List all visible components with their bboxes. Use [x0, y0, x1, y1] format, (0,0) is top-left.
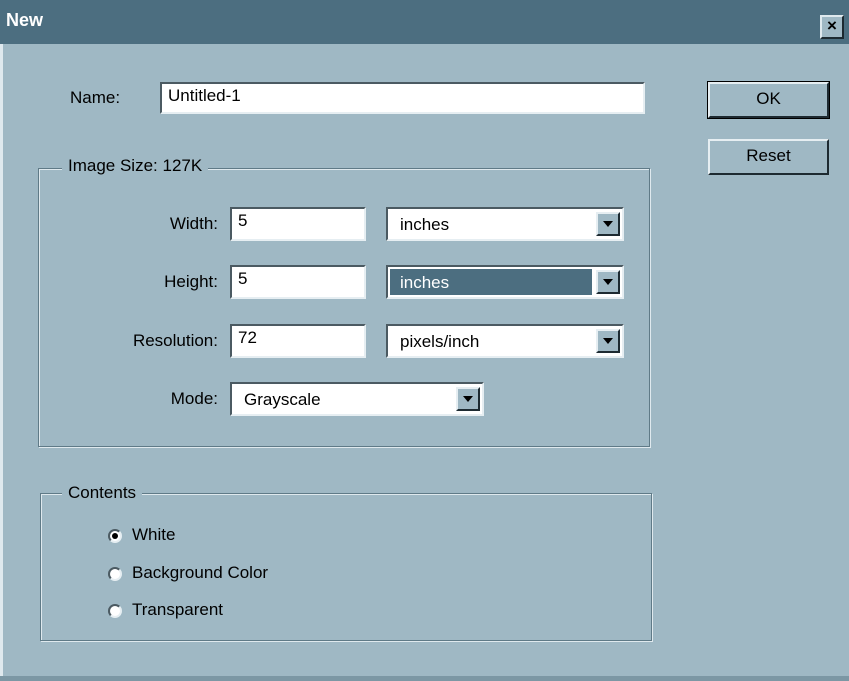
ok-button[interactable]: OK	[707, 81, 830, 119]
mode-label: Mode:	[170, 389, 218, 408]
radio-icon[interactable]	[108, 528, 122, 543]
close-icon: ×	[827, 16, 837, 35]
radio-icon[interactable]	[108, 566, 122, 581]
title-bar[interactable]: New ×	[0, 0, 849, 44]
window-title: New	[6, 10, 44, 30]
name-label: Name:	[70, 88, 121, 107]
chevron-down-icon[interactable]	[596, 212, 620, 236]
contents-legend: Contents	[62, 483, 143, 503]
ok-button-label: OK	[756, 89, 781, 108]
image-size-legend: Image Size: 127K	[62, 156, 209, 176]
width-label: Width:	[169, 214, 218, 233]
radio-white-label: White	[132, 525, 176, 544]
height-field[interactable]: 5	[230, 265, 366, 299]
name-field-value: Untitled-1	[168, 86, 241, 105]
reset-button[interactable]: Reset	[708, 139, 829, 175]
resolution-unit-value: pixels/inch	[400, 332, 480, 351]
height-unit-select[interactable]: inches	[386, 265, 624, 299]
height-field-value: 5	[238, 269, 248, 288]
width-unit-select[interactable]: inches	[386, 207, 624, 241]
radio-background-color[interactable]: Background Color	[108, 563, 268, 583]
radio-transparent[interactable]: Transparent	[108, 600, 223, 620]
width-field-value: 5	[238, 211, 248, 230]
height-unit-value: inches	[400, 273, 450, 292]
close-button[interactable]: ×	[820, 15, 844, 39]
height-unit-highlight: inches	[390, 269, 592, 295]
radio-white[interactable]: White	[108, 525, 175, 545]
chevron-down-icon[interactable]	[456, 387, 480, 411]
resolution-field-value: 72	[238, 328, 257, 347]
width-unit-value: inches	[400, 215, 450, 234]
width-field[interactable]: 5	[230, 207, 366, 241]
radio-background-color-label: Background Color	[132, 563, 269, 582]
radio-icon[interactable]	[108, 603, 122, 618]
height-label: Height:	[164, 272, 218, 291]
reset-button-label: Reset	[746, 146, 791, 165]
radio-transparent-label: Transparent	[132, 600, 224, 619]
name-field[interactable]: Untitled-1	[160, 82, 645, 114]
mode-select[interactable]: Grayscale	[230, 382, 484, 416]
window-bottom-edge	[0, 676, 849, 681]
resolution-unit-select[interactable]: pixels/inch	[386, 324, 624, 358]
chevron-down-icon[interactable]	[596, 329, 620, 353]
chevron-down-icon[interactable]	[596, 270, 620, 294]
resolution-label: Resolution:	[132, 331, 218, 350]
window-left-edge	[0, 44, 3, 681]
resolution-field[interactable]: 72	[230, 324, 366, 358]
mode-value: Grayscale	[244, 390, 321, 409]
